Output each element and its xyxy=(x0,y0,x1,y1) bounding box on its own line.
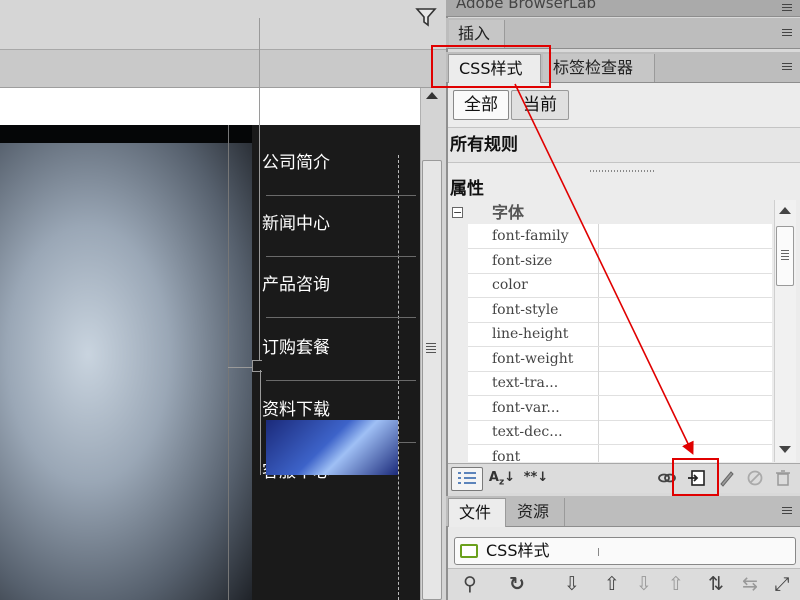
property-value[interactable] xyxy=(598,420,772,444)
site-expand-icon[interactable]: ⤢ xyxy=(770,571,794,597)
document-top-bar xyxy=(0,0,446,50)
property-value[interactable] xyxy=(598,346,772,371)
current-button[interactable]: 当前 xyxy=(511,90,569,120)
panel-menu-icon[interactable] xyxy=(780,62,794,72)
scroll-up-icon[interactable] xyxy=(426,92,438,99)
folder-icon xyxy=(460,544,478,558)
highlight-new-rule-button xyxy=(672,458,719,496)
nav-label: 新闻中心 xyxy=(262,214,330,234)
property-row[interactable]: font xyxy=(468,444,772,463)
panel-menu-icon[interactable] xyxy=(780,3,794,13)
property-row[interactable]: font-size xyxy=(468,248,772,274)
connect-icon[interactable]: ⚲ xyxy=(458,571,482,597)
nav-item-news[interactable]: 新闻中心 xyxy=(262,196,418,257)
get-files-icon[interactable]: ⇩ xyxy=(560,571,584,597)
panel-menu-icon[interactable] xyxy=(780,506,794,516)
document-toolbar xyxy=(0,50,446,88)
set-properties-icon[interactable]: **↓ xyxy=(521,467,551,489)
nav-label: 公司简介 xyxy=(262,153,330,173)
property-value[interactable] xyxy=(598,248,772,273)
grip-icon xyxy=(426,343,436,353)
property-name: font xyxy=(492,448,521,463)
panel-menu-icon[interactable] xyxy=(780,28,794,38)
properties-header: 属性 xyxy=(450,179,484,199)
property-name: font-var... xyxy=(492,399,560,416)
property-list: font-family font-size color font-style line-… xyxy=(468,224,772,462)
property-value[interactable] xyxy=(598,371,772,395)
select-separator xyxy=(598,548,599,556)
property-row[interactable]: line-height xyxy=(468,322,772,347)
property-row[interactable]: color xyxy=(468,273,772,298)
property-row[interactable]: font-family xyxy=(468,224,772,249)
nav-label: 资料下载 xyxy=(262,400,330,420)
nav-frame xyxy=(228,18,260,368)
filter-icon[interactable] xyxy=(414,6,438,28)
expand-icon[interactable]: ⇆ xyxy=(738,571,762,597)
property-name: font-size xyxy=(492,252,553,269)
nav-frame-line xyxy=(260,370,261,475)
all-rules-header: 所有规则 xyxy=(448,127,800,163)
property-row[interactable]: font-style xyxy=(468,297,772,323)
disable-icon[interactable] xyxy=(744,467,766,489)
property-value[interactable] xyxy=(598,273,772,297)
property-row[interactable]: text-tra... xyxy=(468,371,772,396)
scroll-down-icon[interactable] xyxy=(779,446,791,453)
grip-icon xyxy=(781,250,789,260)
check-in-icon[interactable]: ⇧ xyxy=(664,571,688,597)
keyboard-thumbnail xyxy=(266,420,398,475)
property-name: text-tra... xyxy=(492,375,559,391)
pane-splitter[interactable] xyxy=(590,170,654,172)
property-row[interactable]: font-weight xyxy=(468,346,772,372)
refresh-icon[interactable]: ↻ xyxy=(505,571,529,597)
alpha-sort-icon[interactable]: Az↓ xyxy=(487,467,517,489)
put-files-icon[interactable]: ⇧ xyxy=(600,571,624,597)
nav-item-order[interactable]: 订购套餐 xyxy=(262,320,418,381)
highlight-css-tab xyxy=(431,45,551,88)
property-row[interactable]: text-dec... xyxy=(468,420,772,445)
property-name: text-dec... xyxy=(492,424,563,440)
scrollbar-thumb[interactable] xyxy=(422,160,442,600)
product-photo xyxy=(0,143,252,600)
nav-item-products[interactable]: 产品咨询 xyxy=(262,257,418,318)
collapse-icon[interactable]: − xyxy=(452,207,463,218)
sync-icon[interactable]: ⇅ xyxy=(704,571,728,597)
property-name: font-family xyxy=(492,228,569,244)
scroll-up-icon[interactable] xyxy=(779,207,791,214)
tab-tag-inspector[interactable]: 标签检查器 xyxy=(543,54,655,82)
nav-item-company[interactable]: 公司简介 xyxy=(262,135,418,196)
document-page-margin xyxy=(0,88,420,126)
check-out-icon[interactable]: ⇩ xyxy=(632,571,656,597)
property-value[interactable] xyxy=(598,322,772,346)
property-value[interactable] xyxy=(598,395,772,420)
tab-assets[interactable]: 资源 xyxy=(507,498,565,526)
delete-icon[interactable] xyxy=(772,467,794,489)
nav-label: 产品咨询 xyxy=(262,275,330,295)
edit-rule-icon[interactable] xyxy=(716,467,738,489)
property-value[interactable] xyxy=(598,297,772,322)
all-button[interactable]: 全部 xyxy=(453,90,509,120)
site-select-value: CSS样式 xyxy=(486,541,550,560)
browserlab-title: Adobe BrowserLab xyxy=(456,0,597,12)
font-group-label: 字体 xyxy=(492,203,525,222)
property-name: font-weight xyxy=(492,350,574,367)
property-value[interactable] xyxy=(598,224,772,248)
tab-files[interactable]: 文件 xyxy=(448,498,506,527)
property-row[interactable]: font-var... xyxy=(468,395,772,421)
property-name: line-height xyxy=(492,326,569,342)
category-view-icon[interactable] xyxy=(451,467,483,491)
nav-label: 订购套餐 xyxy=(262,338,330,358)
tab-insert[interactable]: 插入 xyxy=(449,20,505,48)
property-name: color xyxy=(492,277,528,293)
property-name: font-style xyxy=(492,301,559,318)
